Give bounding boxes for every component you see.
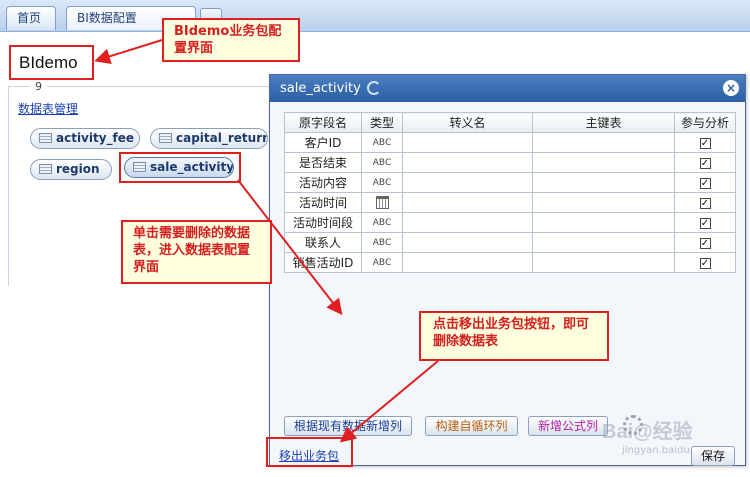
analyze-checkbox[interactable]: ✓ <box>699 217 711 229</box>
add-column-from-data-button[interactable]: 根据现有数据新增列 <box>284 416 412 436</box>
table-header-row: 原字段名 类型 转义名 主键表 参与分析 <box>284 112 736 133</box>
annotation-highlight-chip <box>119 152 241 183</box>
alias-cell[interactable] <box>402 172 533 193</box>
alias-cell[interactable] <box>402 252 533 273</box>
tab-home[interactable]: 首页 <box>6 6 56 30</box>
close-icon[interactable]: × <box>723 80 739 96</box>
key-table-cell[interactable] <box>532 132 675 153</box>
field-name: 客户ID <box>284 132 362 153</box>
field-type: ABC <box>361 232 403 253</box>
annotation-callout-config: BIdemo业务包配置界面 <box>162 18 300 62</box>
dialog-header: sale_activity <box>270 75 745 102</box>
table-row: 是否结束 ABC ✓ <box>284 152 736 173</box>
analyze-cell: ✓ <box>674 232 736 253</box>
analyze-cell: ✓ <box>674 172 736 193</box>
analyze-checkbox[interactable]: ✓ <box>699 157 711 169</box>
alias-cell[interactable] <box>402 132 533 153</box>
save-button[interactable]: 保存 <box>691 446 735 466</box>
analyze-cell: ✓ <box>674 152 736 173</box>
table-chip-label: activity_fee <box>56 131 135 145</box>
table-chip-activity-fee[interactable]: activity_fee <box>30 128 140 149</box>
field-name: 是否结束 <box>284 152 362 173</box>
package-title: BIdemo <box>9 45 94 80</box>
analyze-cell: ✓ <box>674 192 736 213</box>
analyze-cell: ✓ <box>674 212 736 233</box>
table-row: 活动内容 ABC ✓ <box>284 172 736 193</box>
calendar-icon <box>375 196 389 209</box>
key-table-cell[interactable] <box>532 252 675 273</box>
table-row: 活动时间 ✓ <box>284 192 736 213</box>
table-icon <box>159 133 172 143</box>
dialog-title: sale_activity <box>280 81 361 96</box>
fieldset-border-left <box>8 86 9 286</box>
field-table: 原字段名 类型 转义名 主键表 参与分析 客户ID ABC ✓ 是否结束 ABC… <box>284 112 736 273</box>
alias-cell[interactable] <box>402 232 533 253</box>
fieldset-border <box>8 86 270 87</box>
annotation-callout-select: 单击需要删除的数据表，进入数据表配置界面 <box>121 220 272 284</box>
field-type: ABC <box>361 132 403 153</box>
annotation-highlight-remove <box>266 437 353 467</box>
table-row: 销售活动ID ABC ✓ <box>284 252 736 273</box>
key-table-cell[interactable] <box>532 152 675 173</box>
key-table-cell[interactable] <box>532 212 675 233</box>
field-name: 销售活动ID <box>284 252 362 273</box>
field-name: 活动时间 <box>284 192 362 213</box>
build-self-loop-button[interactable]: 构建自循环列 <box>425 416 518 436</box>
annotation-callout-remove: 点击移出业务包按钮，即可删除数据表 <box>419 311 609 361</box>
analyze-checkbox[interactable]: ✓ <box>699 137 711 149</box>
watermark: Bai@经验 <box>602 421 693 443</box>
table-row: 联系人 ABC ✓ <box>284 232 736 253</box>
table-chip-capital-return[interactable]: capital_return <box>150 128 268 149</box>
analyze-cell: ✓ <box>674 132 736 153</box>
analyze-checkbox[interactable]: ✓ <box>699 237 711 249</box>
column-header: 参与分析 <box>674 112 736 133</box>
table-row: 活动时间段 ABC ✓ <box>284 212 736 233</box>
alias-cell[interactable] <box>402 192 533 213</box>
analyze-checkbox[interactable]: ✓ <box>699 197 711 209</box>
field-type: ABC <box>361 252 403 273</box>
column-header: 原字段名 <box>284 112 362 133</box>
field-name: 活动时间段 <box>284 212 362 233</box>
key-table-cell[interactable] <box>532 192 675 213</box>
field-type: ABC <box>361 152 403 173</box>
field-name: 联系人 <box>284 232 362 253</box>
table-config-dialog: sale_activity × 原字段名 类型 转义名 主键表 参与分析 客户I… <box>269 74 746 466</box>
tab-bar: 首页 BI数据配置 <box>0 0 750 32</box>
column-header: 类型 <box>361 112 403 133</box>
alias-cell[interactable] <box>402 152 533 173</box>
arrow-to-title <box>94 39 163 65</box>
column-header: 主键表 <box>532 112 675 133</box>
table-manage-link[interactable]: 数据表管理 <box>18 100 78 117</box>
table-row: 客户ID ABC ✓ <box>284 132 736 153</box>
analyze-checkbox[interactable]: ✓ <box>699 177 711 189</box>
package-count: 9 <box>30 80 47 93</box>
screen: 首页 BI数据配置 BIdemo 9 数据表管理 activity_fee ca… <box>0 0 750 477</box>
refresh-icon[interactable] <box>367 81 381 95</box>
alias-cell[interactable] <box>402 212 533 233</box>
field-name: 活动内容 <box>284 172 362 193</box>
table-chip-region[interactable]: region <box>30 159 112 180</box>
key-table-cell[interactable] <box>532 232 675 253</box>
table-icon <box>39 133 52 143</box>
column-header: 转义名 <box>402 112 533 133</box>
field-type: ABC <box>361 172 403 193</box>
table-chip-label: region <box>56 162 100 176</box>
field-type <box>361 192 403 213</box>
analyze-checkbox[interactable]: ✓ <box>699 257 711 269</box>
key-table-cell[interactable] <box>532 172 675 193</box>
table-chip-label: capital_return <box>176 131 268 145</box>
add-formula-column-button[interactable]: 新增公式列 <box>528 416 608 436</box>
field-type: ABC <box>361 212 403 233</box>
table-icon <box>39 164 52 174</box>
analyze-cell: ✓ <box>674 252 736 273</box>
